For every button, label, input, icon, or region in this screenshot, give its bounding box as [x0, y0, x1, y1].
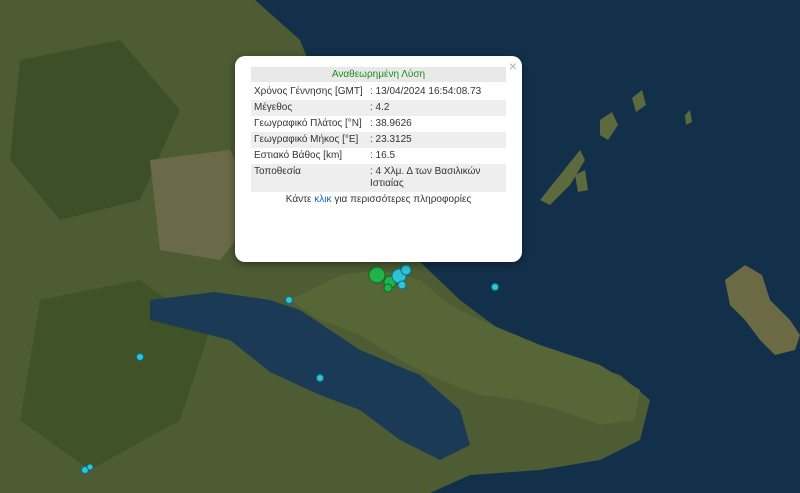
table-row: Μέγεθος : 4.2 — [251, 100, 506, 116]
earthquake-popup: × Αναθεωρημένη Λύση Χρόνος Γέννησης [GMT… — [235, 56, 522, 262]
earthquake-marker-icon[interactable] — [491, 283, 499, 291]
location-label: Τοποθεσία — [251, 164, 367, 192]
popup-title: Αναθεωρημένη Λύση — [251, 67, 506, 82]
latitude-value: : 38.9626 — [370, 118, 412, 129]
table-row: Χρόνος Γέννησης [GMT] : 13/04/2024 16:54… — [251, 84, 506, 100]
origin-time-label: Χρόνος Γέννησης [GMT] — [254, 86, 363, 97]
origin-time-value: : 13/04/2024 16:54:08.73 — [370, 86, 482, 97]
more-info: Κάντε κλικ για περισσότερες πληροφορίες — [251, 194, 506, 205]
magnitude-value: : 4.2 — [367, 100, 506, 116]
earthquake-marker-icon[interactable] — [383, 283, 393, 293]
location-value: : 4 Χλμ. Δ των Βασιλικών Ιστιαίας — [367, 164, 506, 192]
longitude-value: : 23.3125 — [367, 132, 506, 148]
magnitude-label: Μέγεθος — [251, 100, 367, 116]
table-row: Γεωγραφικό Μήκος [°E] : 23.3125 — [251, 132, 506, 148]
earthquake-marker-icon[interactable] — [316, 374, 324, 382]
more-info-link[interactable]: κλικ — [314, 194, 331, 205]
depth-label: Εστιακό Βάθος [km] — [254, 150, 343, 161]
earthquake-marker-icon[interactable] — [400, 264, 412, 276]
table-row: Εστιακό Βάθος [km] : 16.5 — [251, 148, 506, 164]
latitude-label: Γεωγραφικό Πλάτος [°N] — [254, 118, 362, 129]
table-row: Τοποθεσία : 4 Χλμ. Δ των Βασιλικών Ιστια… — [251, 164, 506, 192]
more-info-suffix: για περισσότερες πληροφορίες — [334, 194, 472, 205]
earthquake-marker-icon[interactable] — [136, 353, 144, 361]
longitude-label: Γεωγραφικό Μήκος [°E] — [251, 132, 367, 148]
table-row: Γεωγραφικό Πλάτος [°N] : 38.9626 — [251, 116, 506, 132]
earthquake-marker-icon[interactable] — [397, 280, 407, 290]
earthquake-info-table: Χρόνος Γέννησης [GMT] : 13/04/2024 16:54… — [251, 84, 506, 192]
depth-value: : 16.5 — [370, 150, 396, 161]
earthquake-marker-icon[interactable] — [285, 296, 293, 304]
more-info-prefix: Κάντε — [285, 194, 312, 205]
earthquake-marker-icon[interactable] — [86, 463, 94, 471]
earthquake-marker-icon[interactable] — [368, 266, 386, 284]
close-icon[interactable]: × — [509, 59, 517, 73]
